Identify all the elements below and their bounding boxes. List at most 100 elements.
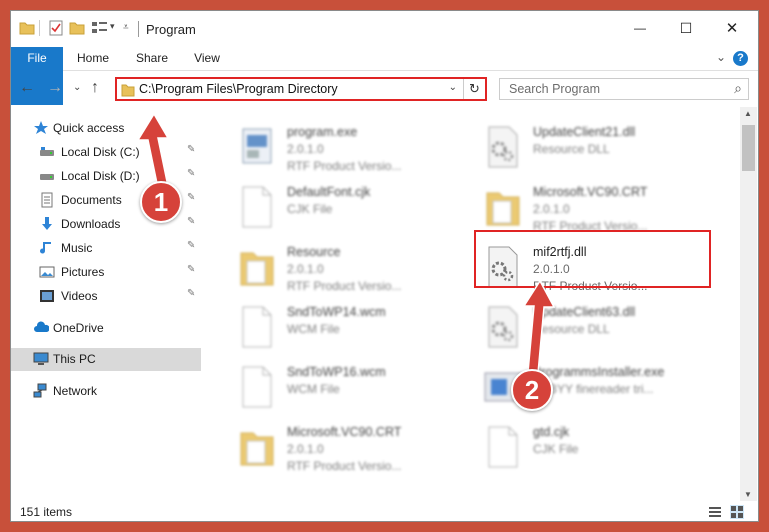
vertical-scrollbar[interactable]: ▲ ▼ — [740, 107, 757, 501]
sidebar-item-this-pc[interactable]: This PC — [11, 348, 201, 371]
pin-icon: ✎ — [187, 288, 196, 299]
expand-ribbon-icon[interactable]: ⌄ — [716, 50, 726, 64]
pictures-icon — [39, 266, 55, 278]
file-item[interactable]: Resource 2.0.1.0 RTF Product Versio... — [237, 243, 467, 301]
file-detail: CJK File — [533, 442, 579, 456]
search-icon[interactable]: ⌕ — [734, 80, 742, 97]
sidebar-item-label: Music — [61, 241, 93, 255]
search-input[interactable]: Search Program — [509, 82, 600, 96]
network-icon — [33, 383, 47, 398]
scroll-down-icon[interactable]: ▼ — [744, 490, 752, 499]
ribbon-tabs: File Home Share View ⌄ ? — [11, 47, 758, 105]
tab-share[interactable]: Share — [127, 47, 177, 70]
tab-view[interactable]: View — [187, 47, 227, 70]
pin-icon: ✎ — [187, 264, 196, 275]
pin-icon: ✎ — [187, 240, 196, 251]
file-detail: Resource DLL — [533, 142, 610, 156]
documents-icon — [41, 192, 53, 208]
sidebar-item-label: Videos — [61, 289, 98, 303]
cloud-icon — [34, 321, 49, 332]
file-item[interactable]: SndToWP16.wcm WCM File — [237, 363, 467, 421]
computer-icon — [33, 352, 49, 365]
folder-icon — [121, 84, 135, 97]
file-name: Microsoft.VC90.CRT — [287, 425, 402, 439]
folder-file-icon — [483, 185, 527, 235]
sidebar-item-label: Documents — [61, 193, 122, 207]
sidebar-item-videos[interactable]: Videos ✎ — [11, 285, 201, 307]
file-list: program.exe 2.0.1.0 RTF Product Versio... U… — [203, 107, 740, 501]
file-detail: Resource DLL — [533, 322, 610, 336]
pin-icon: ✎ — [187, 144, 196, 155]
blank-file-icon — [483, 425, 527, 475]
status-bar: 151 items — [11, 501, 758, 521]
file-detail: 2.0.1.0 — [287, 442, 324, 456]
pin-icon: ✎ — [187, 192, 196, 203]
properties-icon[interactable] — [48, 20, 64, 36]
forward-button[interactable]: → — [47, 79, 63, 97]
step-badge-2: 2 — [511, 369, 553, 411]
blank-file-icon — [237, 365, 281, 415]
sidebar-item-label: Local Disk (C:) — [61, 145, 140, 159]
navigation-bar: ← → ⌄ ↑ C:\Program Files\Program Directo… — [11, 72, 758, 106]
file-item[interactable]: UpdateClient63.dll Resource DLL — [483, 303, 713, 361]
up-button[interactable]: ↑ — [91, 79, 99, 97]
file-detail: RTF Product Versio... — [287, 459, 402, 473]
file-item[interactable]: program.exe 2.0.1.0 RTF Product Versio... — [237, 123, 467, 181]
help-icon[interactable]: ? — [733, 51, 748, 66]
folder-file-icon — [237, 425, 281, 475]
file-detail: RTF Product Versio... — [287, 279, 402, 293]
sidebar-item-pictures[interactable]: Pictures ✎ — [11, 261, 201, 283]
sidebar-item-local-disk-c[interactable]: Local Disk (C:) ✎ — [11, 141, 201, 163]
file-item[interactable]: DefaultFont.cjk CJK File — [237, 183, 467, 241]
drive-icon — [40, 147, 54, 156]
tab-home[interactable]: Home — [71, 47, 115, 70]
window-title: Program — [146, 22, 196, 37]
scroll-up-icon[interactable]: ▲ — [744, 109, 752, 118]
dll-icon — [483, 305, 527, 355]
file-item[interactable]: gtd.cjk CJK File — [483, 423, 713, 481]
file-item[interactable]: UpdateClient21.dll Resource DLL — [483, 123, 713, 181]
sidebar-item-label: Local Disk (D:) — [61, 169, 140, 183]
address-dropdown-icon[interactable]: ⌄ — [449, 82, 457, 93]
refresh-button[interactable]: ↻ — [463, 79, 485, 99]
sidebar-item-quick-access[interactable]: Quick access — [11, 117, 201, 139]
chevron-down-icon[interactable]: ▾ — [110, 21, 115, 32]
back-button[interactable]: ← — [19, 79, 35, 97]
details-view-icon[interactable] — [708, 505, 722, 519]
sidebar-item-label: Pictures — [61, 265, 105, 279]
pin-icon: ✎ — [187, 168, 196, 179]
search-box[interactable]: Search Program ⌕ — [499, 78, 749, 100]
address-path[interactable]: C:\Program Files\Program Directory — [139, 82, 338, 96]
blank-file-icon — [237, 185, 281, 235]
scroll-thumb[interactable] — [742, 125, 755, 171]
file-detail: 2.0.1.0 — [533, 202, 570, 216]
sidebar-item-network[interactable]: Network — [11, 380, 201, 402]
close-button[interactable]: ✕ — [709, 11, 755, 45]
divider — [138, 21, 139, 37]
sidebar-item-label: Downloads — [61, 217, 121, 231]
new-folder-icon[interactable] — [69, 20, 85, 36]
maximize-button[interactable]: ☐ — [663, 11, 709, 45]
folder-icon — [19, 22, 35, 35]
tiles-view-icon[interactable] — [730, 505, 744, 519]
file-detail: 2.0.1.0 — [287, 142, 324, 156]
file-name: UpdateClient63.dll — [533, 305, 636, 319]
file-name: SndToWP16.wcm — [287, 365, 386, 379]
file-name: DefaultFont.cjk — [287, 185, 371, 199]
sidebar-item-music[interactable]: Music ✎ — [11, 237, 201, 259]
file-item[interactable]: SndToWP14.wcm WCM File — [237, 303, 467, 361]
highlight-target-file — [474, 230, 711, 288]
customize-toolbar-icon[interactable]: ⩡ — [123, 22, 129, 33]
navigation-pane: Quick access Local Disk (C:) ✎ Local Dis… — [11, 107, 201, 501]
address-bar[interactable]: C:\Program Files\Program Directory ⌄ ↻ — [115, 77, 487, 101]
exe-icon — [237, 125, 281, 175]
view-options-icon[interactable] — [91, 20, 109, 36]
sidebar-item-onedrive[interactable]: OneDrive — [11, 317, 201, 339]
file-name: SndToWP14.wcm — [287, 305, 386, 319]
dll-icon — [483, 125, 527, 175]
minimize-button[interactable]: — — [617, 11, 663, 45]
recent-locations-button[interactable]: ⌄ — [73, 82, 81, 93]
file-name: program.exe — [287, 125, 358, 139]
file-item[interactable]: Microsoft.VC90.CRT 2.0.1.0 RTF Product Ver… — [237, 423, 467, 481]
music-icon — [40, 242, 51, 254]
